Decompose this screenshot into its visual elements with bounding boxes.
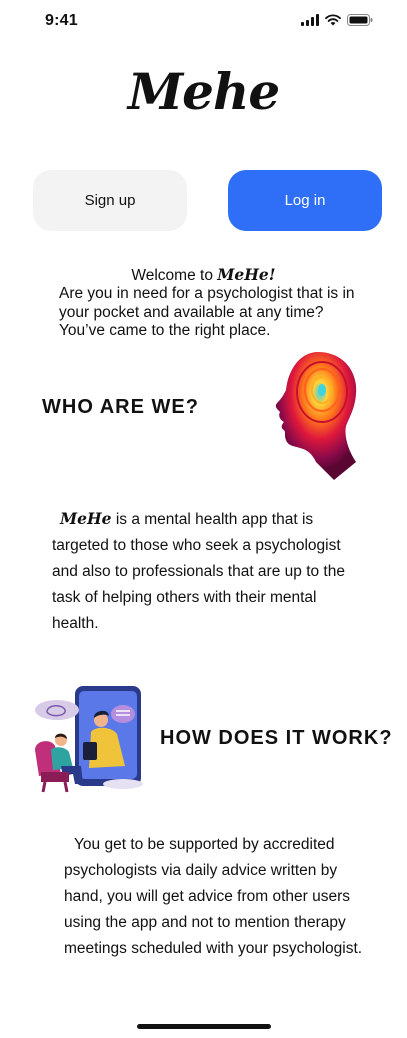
welcome-prefix: Welcome to: [131, 267, 218, 284]
how-it-works-body: You get to be supported by accredited ps…: [64, 836, 363, 957]
about-brand: MeHe: [60, 509, 112, 528]
welcome-title: Welcome to MeHe!: [0, 265, 407, 285]
who-are-we-heading: WHO ARE WE?: [42, 396, 199, 418]
wifi-icon: [325, 14, 341, 26]
status-icons: [301, 14, 373, 26]
log-in-button[interactable]: Log in: [228, 170, 382, 231]
status-time: 9:41: [45, 12, 78, 29]
app-logo: Mehe: [127, 62, 280, 121]
home-indicator[interactable]: [137, 1024, 271, 1029]
how-does-it-work-heading: HOW DOES IT WORK?: [160, 727, 393, 749]
head-profile-illustration: [275, 352, 357, 480]
about-text: MeHe is a mental health app that is targ…: [52, 506, 367, 637]
about-body: is a mental health app that is targeted …: [52, 511, 345, 632]
cellular-signal-icon: [301, 14, 319, 26]
battery-icon: [347, 14, 373, 26]
sign-up-button[interactable]: Sign up: [33, 170, 187, 231]
welcome-brand: MeHe!: [217, 265, 276, 284]
intro-text: Are you in need for a psychologist that …: [59, 285, 355, 339]
therapy-session-illustration: [35, 686, 143, 793]
how-it-works-text: You get to be supported by accredited ps…: [64, 832, 364, 962]
